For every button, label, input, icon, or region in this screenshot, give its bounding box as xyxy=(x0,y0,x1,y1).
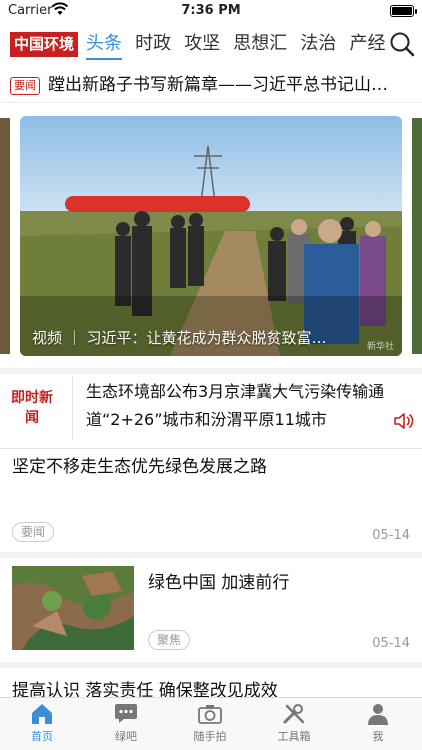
tab-politics[interactable]: 时政 xyxy=(135,30,171,58)
tab-snapshot[interactable]: 随手拍 xyxy=(168,702,252,744)
bottom-tab-bar: 首页 绿吧 随手拍 工具箱 我 xyxy=(0,697,422,750)
article-tag: 聚焦 xyxy=(148,630,191,650)
camera-icon xyxy=(197,702,223,726)
tab-label: 我 xyxy=(372,730,384,743)
battery-tip xyxy=(415,9,417,14)
article-item[interactable]: 绿色中国 加速前行 聚焦 05-14 xyxy=(0,558,422,668)
tab-label: 随手拍 xyxy=(193,730,227,743)
channel-tabs: 头条 时政 攻坚 思想汇 法治 产经 绿 xyxy=(86,30,386,60)
top-nav: 中国环境 头条 时政 攻坚 思想汇 法治 产经 绿 xyxy=(0,26,422,64)
notice-tag: 要闻 xyxy=(10,77,40,95)
divider xyxy=(72,376,73,440)
carousel-slide[interactable]: 视频 ｜ 习近平：让黄花成为群众脱贫致富… 新华社 xyxy=(20,116,402,356)
article-title: 绿色中国 加速前行 xyxy=(148,573,290,593)
tab-label: 工具箱 xyxy=(277,730,311,743)
breaking-label: 即时新闻 xyxy=(11,390,53,426)
home-icon xyxy=(29,702,55,726)
app-logo: 中国环境 xyxy=(10,32,79,57)
breaking-news[interactable]: 即时新闻 生态环境部公布3月京津冀大气污染传输通道“2+26”城市和汾渭平原11… xyxy=(0,368,422,449)
tab-label: 绿吧 xyxy=(115,730,137,743)
carousel-prev-slide xyxy=(0,118,10,354)
speaker-icon[interactable] xyxy=(392,410,414,436)
tab-forum[interactable]: 绿吧 xyxy=(84,702,168,744)
article-thumbnail xyxy=(12,566,134,650)
tab-headlines[interactable]: 头条 xyxy=(86,30,122,60)
news-carousel[interactable]: 视频 ｜ 习近平：让黄花成为群众脱贫致富… 新华社 xyxy=(0,112,422,373)
tab-thoughts[interactable]: 思想汇 xyxy=(233,30,287,58)
status-bar: Carrier 7:36 PM xyxy=(0,0,422,22)
carousel-indicator xyxy=(175,358,255,373)
clock: 7:36 PM xyxy=(181,3,241,18)
user-icon xyxy=(365,702,391,726)
slide-photo xyxy=(20,116,402,356)
article-item[interactable]: 坚定不移走生态优先绿色发展之路 要闻 05-14 xyxy=(0,444,422,558)
chat-icon xyxy=(113,702,139,726)
article-tag: 要闻 xyxy=(12,522,55,542)
tab-law[interactable]: 法治 xyxy=(300,30,336,58)
article-title: 坚定不移走生态优先绿色发展之路 xyxy=(12,457,267,477)
tab-me[interactable]: 我 xyxy=(336,702,420,744)
tools-icon xyxy=(281,702,307,726)
breaking-text: 生态环境部公布3月京津冀大气污染传输通道“2+26”城市和汾渭平原11城市 xyxy=(86,382,385,429)
tab-battle[interactable]: 攻坚 xyxy=(184,30,220,58)
tab-industry[interactable]: 产经 xyxy=(349,30,385,58)
tab-label: 首页 xyxy=(31,730,53,743)
carousel-caption: 视频 ｜ 习近平：让黄花成为群众脱贫致富… xyxy=(32,329,327,347)
article-date: 05-14 xyxy=(372,528,410,543)
article-date: 05-14 xyxy=(372,636,410,651)
search-icon[interactable] xyxy=(388,30,416,58)
battery-icon xyxy=(390,5,414,17)
tab-toolbox[interactable]: 工具箱 xyxy=(252,702,336,744)
notice-text: 蹚出新路子书写新篇章——习近平总书记山… xyxy=(48,75,388,95)
headline-notice[interactable]: 要闻 蹚出新路子书写新篇章——习近平总书记山… xyxy=(0,70,422,103)
photo-watermark: 新华社 xyxy=(366,342,394,352)
tab-home[interactable]: 首页 xyxy=(0,702,84,744)
carousel-next-slide xyxy=(412,118,422,354)
